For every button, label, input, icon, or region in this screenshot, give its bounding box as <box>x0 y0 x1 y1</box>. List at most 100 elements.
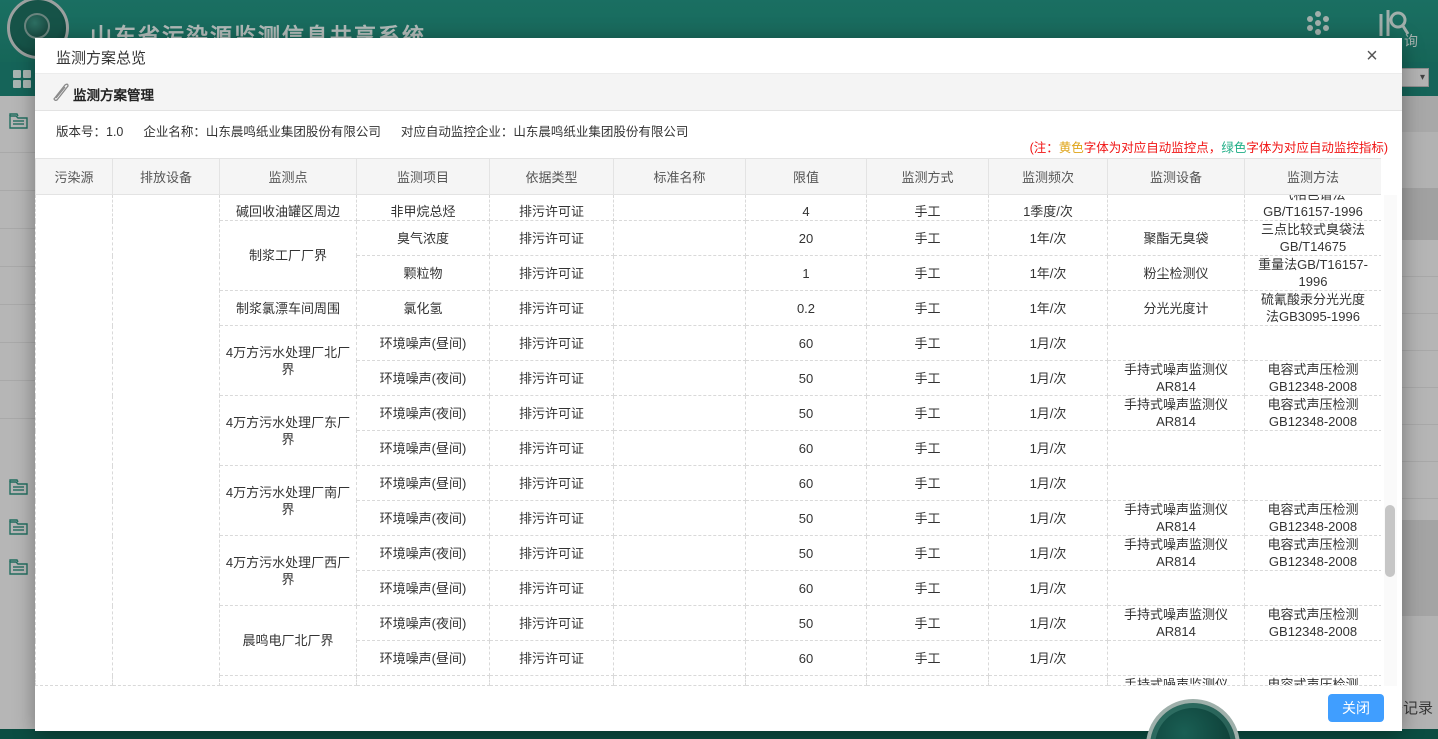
note-yellow: 黄色 <box>1059 141 1084 155</box>
cell-monitor-point: 晨鸣电厂北厂界 <box>220 606 357 676</box>
modal-title: 监测方案总览 <box>56 47 146 68</box>
table-scroll-area: 污染源排放设备监测点监测项目依据类型标准名称限值监测方式监测频次监测设备监测方法… <box>35 158 1381 686</box>
cell-monitor-point <box>220 676 357 686</box>
cell-monitor-method <box>1245 466 1382 501</box>
cell-monitor-frequency: 1月/次 <box>989 466 1108 501</box>
cell-limit-value: 60 <box>746 326 867 361</box>
plan-table: 污染源排放设备监测点监测项目依据类型标准名称限值监测方式监测频次监测设备监测方法… <box>35 158 1381 686</box>
cell-monitor-frequency: 1年/次 <box>989 291 1108 326</box>
section-title: 监测方案管理 <box>73 84 154 104</box>
cell-basis-type: 排污许可证 <box>490 361 614 396</box>
cell-basis-type: 排污许可证 <box>490 221 614 256</box>
page: 山东省污染源监测信息共享系统 询 <box>0 0 1438 739</box>
table-row: 制浆氯漂车间周围氯化氢排污许可证0.2手工1年/次分光光度计硫氰酸汞分光光度法G… <box>36 291 1382 326</box>
cell-monitor-method: 电容式声压检测GB12348-2008 <box>1245 536 1382 571</box>
cell-monitor-method <box>1245 326 1382 361</box>
cell-monitor-method: 电容式声压检测GB12348-2008 <box>1245 361 1382 396</box>
cell-limit-value: 50 <box>746 606 867 641</box>
cell-monitor-mode: 手工 <box>867 361 989 396</box>
section-header: 监测方案管理 <box>35 74 1402 111</box>
cell-limit-value: 50 <box>746 536 867 571</box>
cell-basis-type: 排污许可证 <box>490 291 614 326</box>
company-label: 企业名称：山东晨鸣纸业集团股份有限公司 <box>143 125 381 139</box>
cell-monitor-frequency: 1月/次 <box>989 641 1108 676</box>
info-area: 版本号：1.0企业名称：山东晨鸣纸业集团股份有限公司对应自动监控企业：山东晨鸣纸… <box>35 111 1402 158</box>
cell-limit-value: 0.2 <box>746 291 867 326</box>
cell-monitor-method <box>1245 641 1382 676</box>
column-header: 监测方式 <box>867 159 989 195</box>
cell-monitor-method: 电容式声压检测GB12348-2008 <box>1245 501 1382 536</box>
table-scrollbar-track[interactable] <box>1384 195 1397 686</box>
cell-monitor-method: 气相色谱法GB/T16157-1996 <box>1245 195 1382 221</box>
cell-limit-value: 50 <box>746 361 867 396</box>
cell-monitor-item: 环境噪声(夜间) <box>357 361 490 396</box>
cell-monitor-frequency: 1月/次 <box>989 536 1108 571</box>
note-green: 绿色 <box>1221 141 1246 155</box>
cell-standard-name <box>614 641 746 676</box>
pen-icon <box>51 82 71 107</box>
cell-monitor-mode: 手工 <box>867 606 989 641</box>
cell-monitor-point: 4万方污水处理厂南厂界 <box>220 466 357 536</box>
cell-standard-name <box>614 195 746 221</box>
close-button[interactable]: 关闭 <box>1328 694 1384 722</box>
cell-basis-type: 排污许可证 <box>490 396 614 431</box>
column-header: 监测项目 <box>357 159 490 195</box>
cell-standard-name <box>614 536 746 571</box>
note-middle: 字体为对应自动监控点， <box>1084 141 1222 155</box>
cell-standard-name <box>614 326 746 361</box>
cell-basis-type: 排污许可证 <box>490 466 614 501</box>
cell-monitor-method <box>1245 571 1382 606</box>
close-icon[interactable]: × <box>1360 44 1384 68</box>
cell-basis-type: 排污许可证 <box>490 606 614 641</box>
cell-monitor-method: 电容式声压检测GB12348-2008 <box>1245 606 1382 641</box>
cell-monitor-device <box>1108 466 1245 501</box>
cell-monitor-device: 手持式噪声监测仪AR814 <box>1108 396 1245 431</box>
cell-monitor-mode: 手工 <box>867 326 989 361</box>
table-row: 晨鸣电厂北厂界环境噪声(夜间)排污许可证50手工1月/次手持式噪声监测仪AR81… <box>36 606 1382 641</box>
cell-monitor-item: 环境噪声(夜间) <box>357 606 490 641</box>
cell-monitor-frequency: 1年/次 <box>989 221 1108 256</box>
column-header: 标准名称 <box>614 159 746 195</box>
cell-limit-value: 60 <box>746 466 867 501</box>
cell-limit-value: 50 <box>746 396 867 431</box>
cell-monitor-frequency: 1年/次 <box>989 256 1108 291</box>
cell-monitor-method <box>1245 431 1382 466</box>
cell-pollution-source <box>36 195 113 686</box>
cell-monitor-frequency: 1月/次 <box>989 571 1108 606</box>
table-row: 碱回收油罐区周边非甲烷总烃排污许可证4手工1季度/次气相色谱法GB/T16157… <box>36 195 1382 221</box>
cell-monitor-item: 环境噪声(昼间) <box>357 431 490 466</box>
cell-limit-value: 4 <box>746 195 867 221</box>
cell-limit-value: 50 <box>746 501 867 536</box>
cell-monitor-item: 环境噪声(夜间) <box>357 536 490 571</box>
cell-standard-name <box>614 431 746 466</box>
cell-standard-name <box>614 501 746 536</box>
modal-titlebar: 监测方案总览 × <box>35 38 1402 74</box>
cell-standard-name <box>614 291 746 326</box>
cell-monitor-item: 氯化氢 <box>357 291 490 326</box>
cell-monitor-item: 颗粒物 <box>357 256 490 291</box>
cell-monitor-mode: 手工 <box>867 641 989 676</box>
cell-monitor-point: 4万方污水处理厂西厂界 <box>220 536 357 606</box>
cell-standard-name <box>614 221 746 256</box>
table-row: 制浆工厂厂界臭气浓度排污许可证20手工1年/次聚酯无臭袋三点比较式臭袋法GB/T… <box>36 221 1382 256</box>
cell-monitor-device <box>1108 431 1245 466</box>
column-header: 排放设备 <box>113 159 220 195</box>
cell-monitor-method: 电容式声压检测GB12348-2008 <box>1245 396 1382 431</box>
cell-monitor-point: 4万方污水处理厂北厂界 <box>220 326 357 396</box>
cell-standard-name <box>614 571 746 606</box>
column-header: 限值 <box>746 159 867 195</box>
cell-monitor-item: 环境噪声(夜间) <box>357 396 490 431</box>
table-row: 4万方污水处理厂西厂界环境噪声(夜间)排污许可证50手工1月/次手持式噪声监测仪… <box>36 536 1382 571</box>
cell-monitor-mode: 手工 <box>867 291 989 326</box>
cell-monitor-mode: 手工 <box>867 501 989 536</box>
column-header: 污染源 <box>36 159 113 195</box>
cell-monitor-frequency: 1月/次 <box>989 361 1108 396</box>
cell-monitor-device: 手持式噪声监测仪AR814 <box>1108 536 1245 571</box>
cell-limit-value: 60 <box>746 571 867 606</box>
table-scrollbar-thumb[interactable] <box>1385 505 1395 577</box>
cell-monitor-item: 环境噪声(昼间) <box>357 571 490 606</box>
cell-basis-type: 排污许可证 <box>490 571 614 606</box>
cell-basis-type <box>490 676 614 686</box>
cell-standard-name <box>614 606 746 641</box>
cell-standard-name <box>614 466 746 501</box>
